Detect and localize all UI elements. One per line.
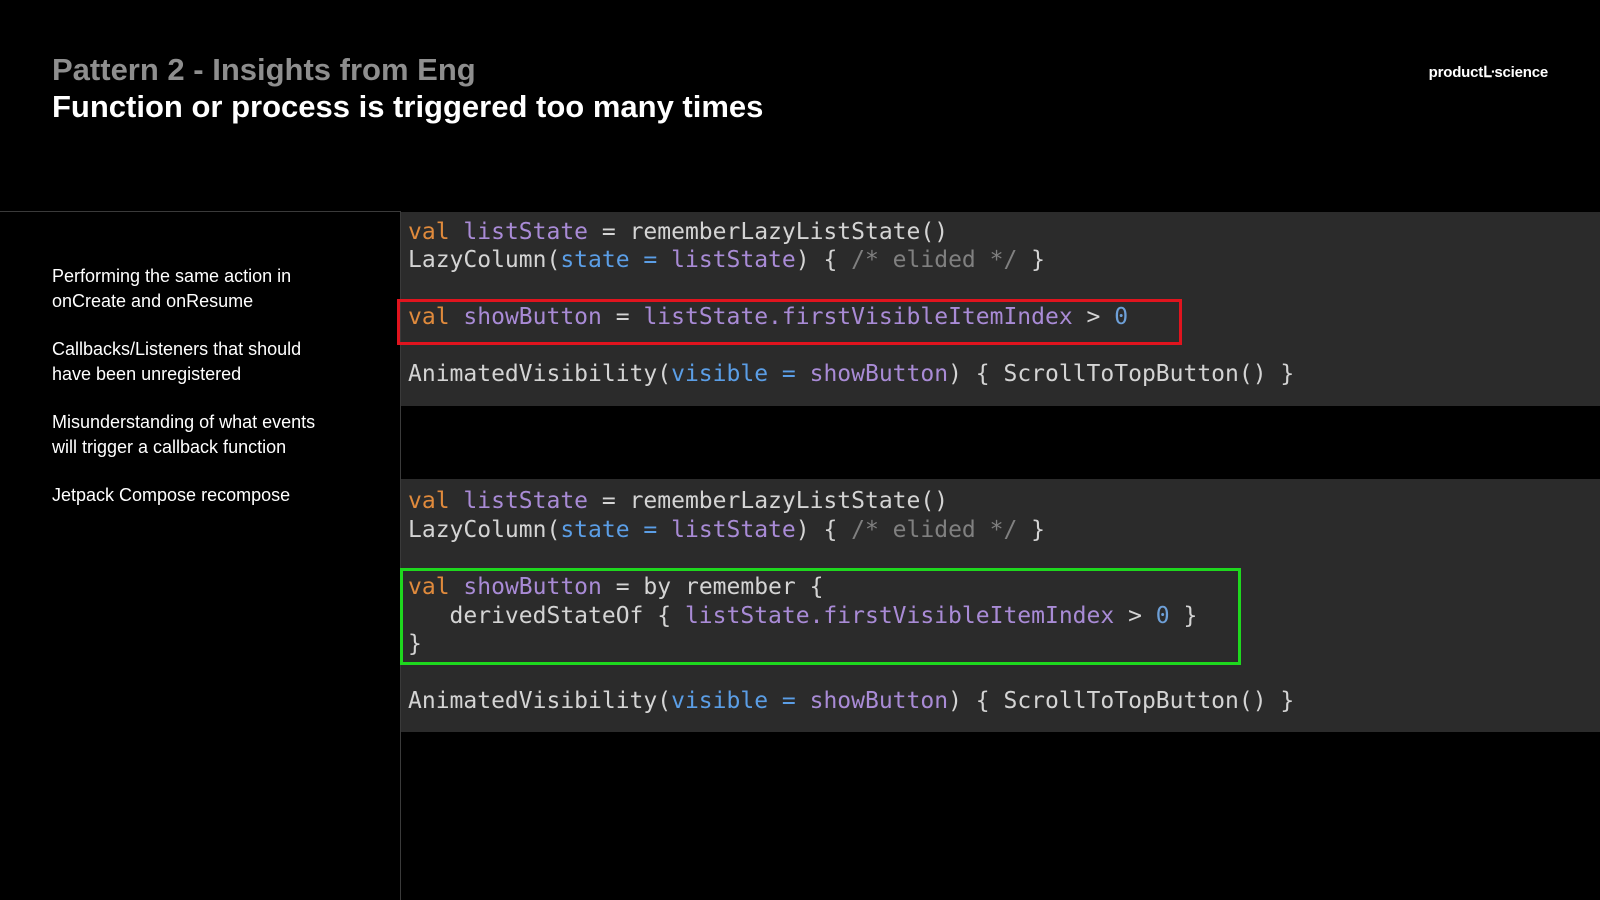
slide-subtitle: Pattern 2 - Insights from Eng [52,52,476,87]
brand-logo: productᒷscience [1428,63,1549,81]
bullet-item: Performing the same action in onCreate a… [52,266,292,311]
code-line: LazyColumn(state = listState) { /* elide… [408,247,1046,273]
bullet-item: Jetpack Compose recompose [52,485,291,505]
slide-title: Function or process is triggered too man… [52,89,764,124]
bullet-item: Misunderstanding of what events will tri… [52,412,316,457]
code-line: val listState = rememberLazyListState() [408,488,949,514]
highlight-box-bad [397,299,1182,345]
code-line: AnimatedVisibility(visible = showButton)… [408,361,1295,387]
bullet-list: Performing the same action in onCreate a… [52,264,342,532]
code-line: AnimatedVisibility(visible = showButton)… [408,688,1295,714]
highlight-box-good [400,568,1241,665]
divider-horizontal [0,211,401,212]
logo-text-right: science [1494,64,1548,81]
logo-text-left: product [1428,64,1484,81]
code-line: val listState = rememberLazyListState() [408,219,949,245]
code-line: LazyColumn(state = listState) { /* elide… [408,517,1046,543]
logo-separator: ᒷ [1483,64,1495,81]
bullet-item: Callbacks/Listeners that should have bee… [52,339,302,384]
